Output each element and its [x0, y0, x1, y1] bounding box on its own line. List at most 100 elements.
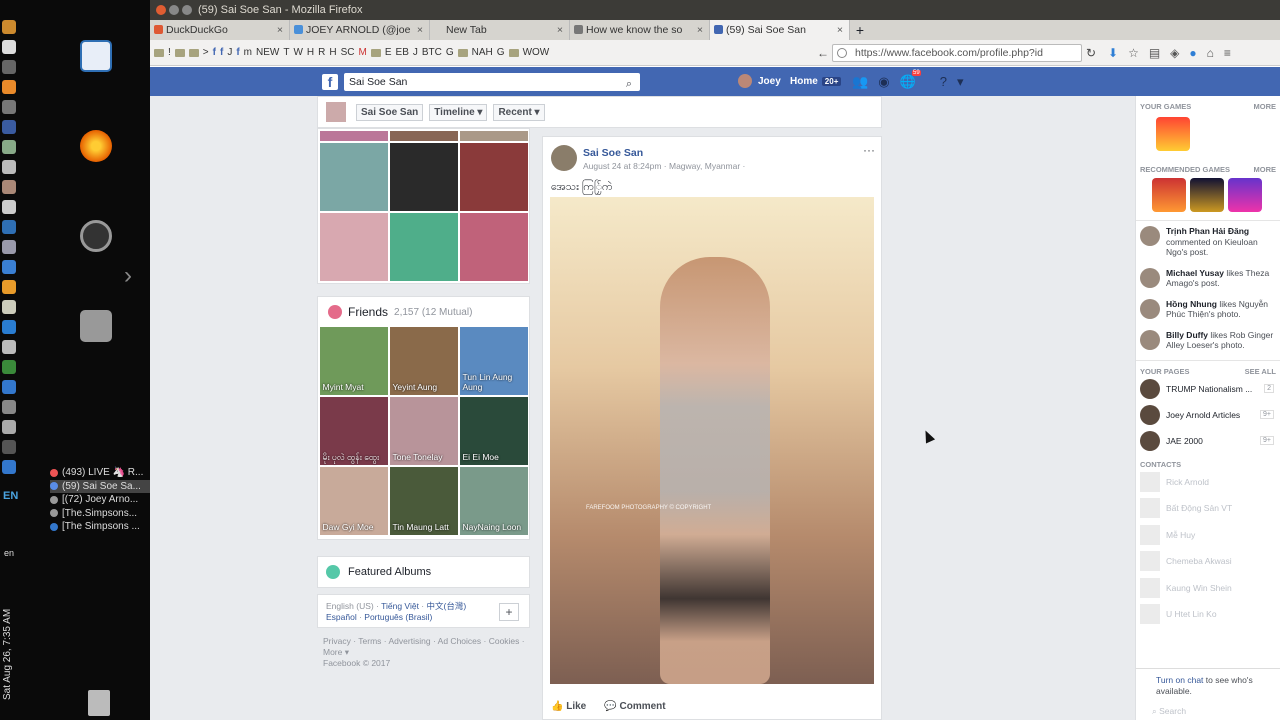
folder-icon[interactable] — [370, 48, 381, 57]
gear-icon[interactable] — [2, 340, 16, 354]
footer-link[interactable]: More ▾ — [323, 647, 349, 657]
drive-icon[interactable] — [2, 400, 16, 414]
document-icon[interactable] — [80, 40, 112, 72]
timeline-dropdown[interactable]: Timeline ▾ — [429, 103, 488, 121]
language-link[interactable]: Português (Brasil) — [364, 612, 432, 622]
avatar[interactable] — [551, 145, 577, 171]
tab-how-we-know[interactable]: How we know the so × — [570, 20, 710, 40]
doc-icon[interactable] — [2, 100, 16, 114]
bookmark[interactable]: NEW — [256, 47, 279, 58]
contact-item[interactable]: Mễ Huy — [1136, 522, 1280, 549]
post-photo[interactable]: FAREFOOM PHOTOGRAPHY © COPYRIGHT — [550, 197, 874, 684]
firefox-icon[interactable] — [80, 130, 112, 162]
chat-search-input[interactable]: ⌕ Search — [1152, 706, 1186, 717]
folder-icon[interactable] — [188, 48, 199, 57]
profile-thumbnail[interactable] — [326, 102, 346, 122]
folder-icon[interactable] — [508, 48, 519, 57]
maximize-window-icon[interactable] — [182, 5, 192, 15]
featured-albums[interactable]: Featured Albums — [317, 556, 530, 588]
ticker-item[interactable]: Michael Yusay likes Theza Amago's post. — [1136, 263, 1280, 294]
url-bar[interactable]: https://www.facebook.com/profile.php?id — [832, 43, 1082, 62]
tab-joey-arnold[interactable]: JOEY ARNOLD (@joe × — [290, 20, 430, 40]
bookmark[interactable]: m — [244, 47, 252, 58]
pocket-icon[interactable]: ◈ — [1170, 46, 1179, 60]
footer-link[interactable]: Terms — [358, 636, 381, 646]
friends-header[interactable]: Friends 2,157 (12 Mutual) — [320, 297, 527, 327]
chromium-icon[interactable] — [2, 320, 16, 334]
photo-thumbnail[interactable] — [459, 143, 528, 211]
photo-thumbnail[interactable] — [389, 143, 458, 211]
image-viewer-icon[interactable] — [2, 420, 16, 434]
turn-on-chat-link[interactable]: Turn on chat — [1156, 675, 1203, 685]
friend-tile[interactable]: Ei Ei Moe — [459, 397, 528, 465]
chevron-right-icon[interactable]: › — [124, 262, 132, 290]
photo-thumbnail[interactable] — [319, 213, 388, 281]
game-tile[interactable] — [1152, 178, 1186, 212]
bookmark[interactable]: H — [307, 47, 314, 58]
tab-duckduckgo[interactable]: DuckDuckGo × — [150, 20, 290, 40]
close-tab-icon[interactable]: × — [557, 20, 563, 40]
see-all-link[interactable]: SEE ALL — [1245, 367, 1276, 376]
footer-link[interactable]: Advertising — [389, 636, 431, 646]
close-tab-icon[interactable]: × — [837, 20, 843, 40]
photo-thumbnail[interactable] — [459, 131, 528, 141]
bookmark[interactable]: NAH — [472, 47, 493, 58]
taskbar-item[interactable]: [(72) Joey Arno... — [50, 493, 150, 507]
browser-icon[interactable] — [2, 260, 16, 274]
file-cabinet-icon[interactable] — [80, 310, 112, 342]
language-link[interactable]: 中文(台灣) — [427, 601, 467, 611]
photo-thumbnail[interactable] — [459, 213, 528, 281]
post-options-icon[interactable]: ··· — [863, 143, 875, 157]
contact-item[interactable]: Kaung Win Shein — [1136, 575, 1280, 602]
vertical-clock[interactable]: Sat Aug 26, 7:35 AM — [2, 609, 13, 700]
friend-tile[interactable]: NayNaing Loon — [459, 467, 528, 535]
ticker-item[interactable]: Hồng Nhung likes Nguyễn Phúc Thiện's pho… — [1136, 294, 1280, 325]
taskbar-item-active[interactable]: (59) Sai Soe Sa... — [50, 479, 150, 493]
android-icon[interactable] — [2, 360, 16, 374]
photo-thumbnail[interactable] — [389, 213, 458, 281]
screenshot-icon[interactable] — [2, 200, 16, 214]
download-icon[interactable]: ⬇ — [1108, 46, 1118, 60]
back-arrow-icon[interactable]: ← — [814, 46, 832, 60]
archive-icon[interactable] — [2, 300, 16, 314]
bookmark[interactable]: J — [413, 47, 418, 58]
folder-icon[interactable] — [457, 48, 468, 57]
bookmark[interactable]: > — [203, 47, 209, 58]
facebook-logo[interactable]: f — [322, 74, 338, 90]
bookmark[interactable]: E — [385, 47, 392, 58]
bookmark[interactable]: T — [283, 47, 289, 58]
bookmark-star-icon[interactable]: ☆ — [1128, 46, 1139, 60]
bookmark[interactable]: J — [227, 47, 232, 58]
friend-tile[interactable]: Tin Maung Latt — [389, 467, 458, 535]
profile-name-button[interactable]: Sai Soe San — [356, 103, 424, 121]
friend-tile[interactable]: Yeyint Aung — [389, 327, 458, 395]
home-icon[interactable]: ⌂ — [1207, 46, 1214, 60]
photo-thumbnail[interactable] — [319, 131, 388, 141]
tab-new-tab[interactable]: New Tab × — [430, 20, 570, 40]
close-window-icon[interactable] — [156, 5, 166, 15]
trash-icon[interactable] — [88, 690, 110, 716]
facebook-bookmark-icon[interactable]: f — [236, 47, 239, 58]
atom-icon[interactable] — [2, 380, 16, 394]
contact-item[interactable]: Bất Động Sản VT — [1136, 495, 1280, 522]
terminal-icon[interactable] — [2, 40, 16, 54]
comment-button[interactable]: 💬 Comment — [604, 701, 665, 712]
folder-icon[interactable] — [2, 180, 16, 194]
friend-tile[interactable]: Myint Myat — [319, 327, 388, 395]
new-tab-button[interactable]: + — [850, 20, 870, 40]
close-tab-icon[interactable]: × — [417, 20, 423, 40]
firefox-small-icon[interactable] — [2, 280, 16, 294]
facebook-bookmark-icon[interactable]: f — [220, 47, 223, 58]
post-author[interactable]: Sai Soe San — [583, 147, 643, 159]
recent-dropdown[interactable]: Recent ▾ — [493, 103, 545, 121]
profile-link[interactable]: Joey — [738, 74, 781, 88]
ticker-item[interactable]: Trịnh Phan Hải Đăng commented on Kieuloa… — [1136, 221, 1280, 263]
menu-icon[interactable]: ≡ — [1224, 46, 1231, 60]
friend-tile[interactable]: မိုး ပုလဲ ထွန်း ထွေး — [319, 397, 388, 465]
account-menu-icon[interactable]: ▾ — [957, 74, 964, 90]
footer-link[interactable]: Cookies — [489, 636, 520, 646]
bookmark[interactable]: G — [497, 47, 505, 58]
search-icon[interactable]: ⌕ — [626, 75, 632, 93]
ticker-item[interactable]: Billy Duffy likes Rob Ginger Alley Loese… — [1136, 325, 1280, 356]
bookmark[interactable]: R — [318, 47, 325, 58]
